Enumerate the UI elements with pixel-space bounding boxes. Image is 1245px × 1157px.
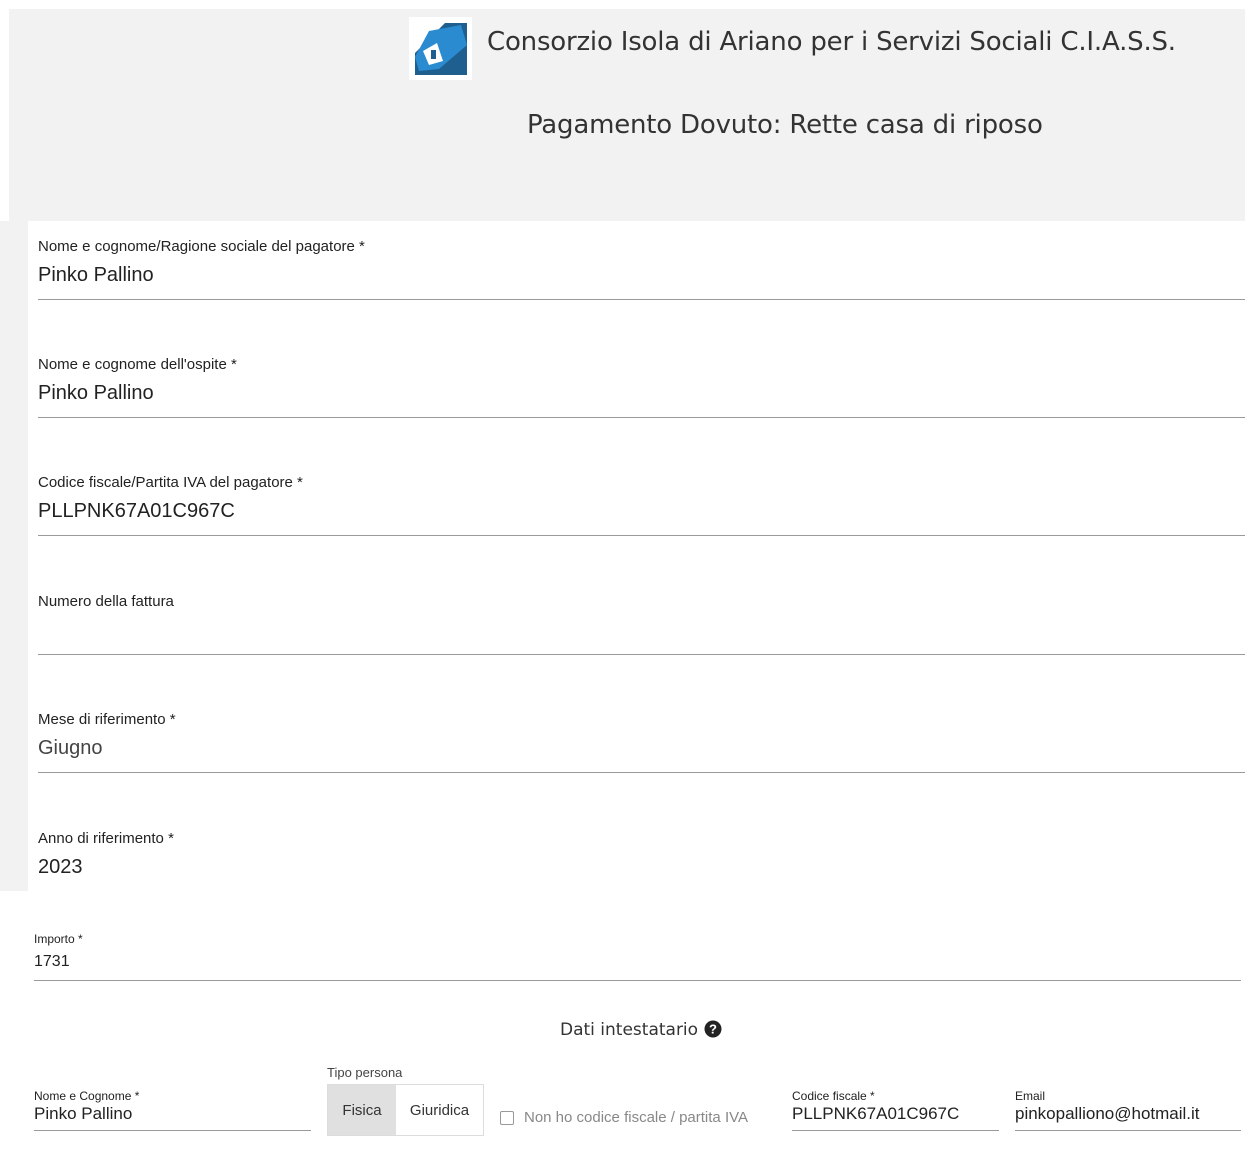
field-label: Importo *: [34, 932, 83, 946]
field-nome-pagatore[interactable]: Nome e cognome/Ragione sociale del pagat…: [38, 238, 1245, 300]
no-codice-fiscale-label: Non ho codice fiscale / partita IVA: [524, 1109, 749, 1126]
field-email[interactable]: Email pinkopalliono@hotmail.it: [1015, 1089, 1241, 1131]
field-label: Anno di riferimento *: [38, 830, 174, 847]
underline: [38, 535, 1245, 536]
house-logo-icon: [409, 17, 472, 80]
svg-text:?: ?: [709, 1022, 717, 1037]
underline: [38, 772, 1245, 773]
field-label: Codice fiscale/Partita IVA del pagatore …: [38, 474, 303, 491]
section-title-intestatario: Dati intestatario?: [560, 1020, 722, 1043]
left-margin: [0, 221, 28, 891]
nome-ospite-input[interactable]: Pinko Pallino: [38, 382, 154, 405]
underline: [38, 299, 1245, 300]
field-importo[interactable]: Importo * 1731: [34, 932, 1241, 981]
field-label: Codice fiscale *: [792, 1089, 875, 1103]
field-codice-fiscale-pagatore[interactable]: Codice fiscale/Partita IVA del pagatore …: [38, 474, 1245, 536]
underline: [38, 417, 1245, 418]
section-title-text: Dati intestatario: [560, 1020, 699, 1040]
field-anno-riferimento[interactable]: Anno di riferimento * 2023: [38, 830, 1245, 878]
field-label: Email: [1015, 1089, 1046, 1103]
tipo-giuridica-button[interactable]: Giuridica: [396, 1085, 483, 1135]
tipo-fisica-button[interactable]: Fisica: [328, 1085, 396, 1135]
underline: [38, 654, 1245, 655]
field-nome-cognome[interactable]: Nome e Cognome * Pinko Pallino: [34, 1089, 311, 1131]
no-codice-fiscale-checkbox[interactable]: [500, 1110, 514, 1125]
nome-cognome-input[interactable]: Pinko Pallino: [34, 1104, 132, 1124]
field-label: Nome e cognome dell'ospite *: [38, 356, 237, 373]
question-circle-icon[interactable]: ?: [704, 1020, 722, 1043]
field-nome-ospite[interactable]: Nome e cognome dell'ospite * Pinko Palli…: [38, 356, 1245, 418]
underline: [792, 1130, 999, 1131]
field-label: Nome e cognome/Ragione sociale del pagat…: [38, 238, 365, 255]
codice-fiscale-input[interactable]: PLLPNK67A01C967C: [792, 1104, 959, 1124]
field-numero-fattura[interactable]: Numero della fattura: [38, 593, 1245, 655]
tipo-persona-label: Tipo persona: [327, 1065, 403, 1080]
email-input[interactable]: pinkopalliono@hotmail.it: [1015, 1104, 1200, 1124]
field-label: Mese di riferimento *: [38, 711, 176, 728]
codice-fiscale-pagatore-input[interactable]: PLLPNK67A01C967C: [38, 500, 235, 523]
tipo-persona-toggle[interactable]: Fisica Giuridica: [327, 1084, 484, 1136]
org-title: Consorzio Isola di Ariano per i Servizi …: [487, 27, 1176, 57]
field-label: Numero della fattura: [38, 593, 174, 610]
field-label: Nome e Cognome *: [34, 1089, 140, 1103]
underline: [1015, 1130, 1241, 1131]
underline: [34, 980, 1241, 981]
page-title: Pagamento Dovuto: Rette casa di riposo: [527, 110, 1043, 140]
importo-input[interactable]: 1731: [34, 953, 70, 971]
anno-riferimento-input[interactable]: 2023: [38, 856, 83, 879]
underline: [34, 1130, 311, 1131]
mese-riferimento-select[interactable]: Giugno: [38, 737, 103, 760]
no-codice-fiscale-option[interactable]: Non ho codice fiscale / partita IVA: [500, 1109, 748, 1126]
field-mese-riferimento[interactable]: Mese di riferimento * Giugno: [38, 711, 1245, 773]
field-codice-fiscale[interactable]: Codice fiscale * PLLPNK67A01C967C: [792, 1089, 999, 1131]
nome-pagatore-input[interactable]: Pinko Pallino: [38, 264, 154, 287]
